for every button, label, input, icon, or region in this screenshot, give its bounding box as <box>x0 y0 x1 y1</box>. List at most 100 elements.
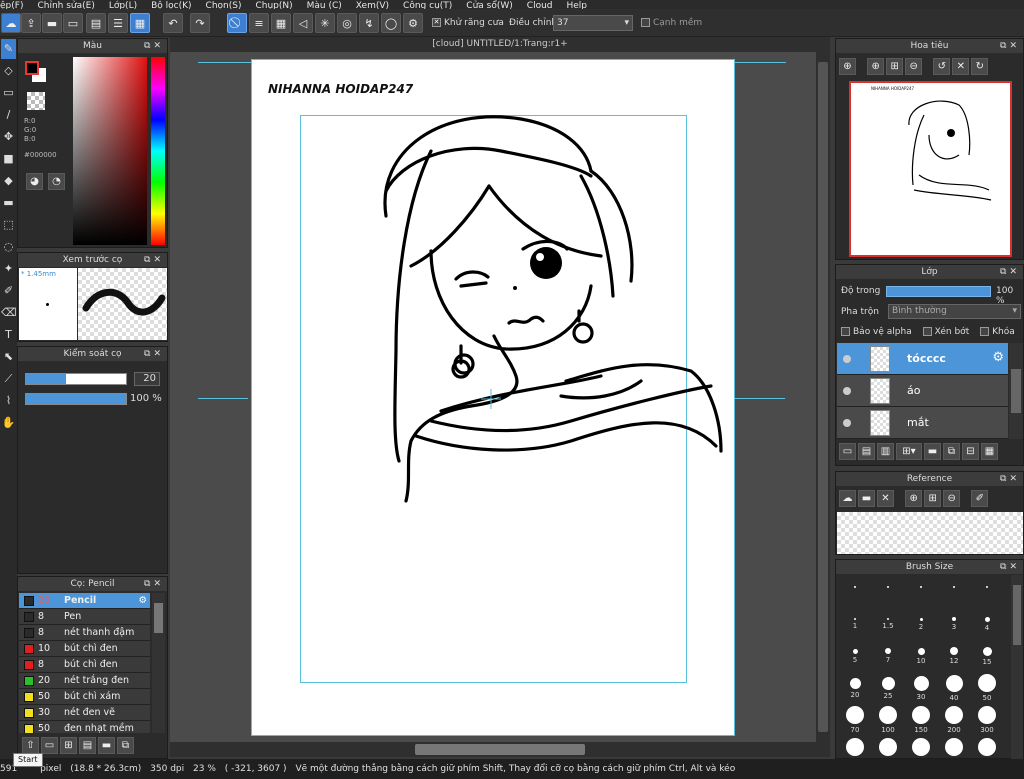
cloud-icon[interactable]: ☁ <box>1 13 21 33</box>
brush-size-cell[interactable]: 7 <box>872 641 904 673</box>
bucket-tool-icon[interactable]: ◆ <box>1 171 16 191</box>
brush-size-cell[interactable] <box>905 737 937 759</box>
new-brush-icon[interactable]: ▭ <box>41 737 58 754</box>
brush-size-cell[interactable]: 70 <box>839 705 871 737</box>
hue-slider[interactable] <box>151 57 165 245</box>
brush-size-cell[interactable] <box>872 577 904 609</box>
brush-size-cell[interactable]: 30 <box>905 673 937 705</box>
zoom-fit-icon[interactable]: ⊕ <box>839 58 856 75</box>
panel-controls-icon[interactable]: ⧉✕ <box>144 347 164 361</box>
canvas-page[interactable]: NIHANNA HOIDAP247 <box>251 59 735 736</box>
foreground-color-swatch-top[interactable] <box>25 61 39 75</box>
panel-controls-icon[interactable]: ⧉✕ <box>144 39 164 53</box>
grid-icon[interactable]: ▦ <box>130 13 150 33</box>
text-tool-icon[interactable]: T <box>1 325 16 345</box>
cloud-download-icon[interactable]: ☁ <box>839 490 856 507</box>
menu-item[interactable]: Xem(V) <box>356 2 389 10</box>
visibility-icon[interactable] <box>843 387 851 395</box>
parallel-snap-icon[interactable]: ≡ <box>249 13 269 33</box>
gradient-tool-icon[interactable]: ▬ <box>1 193 16 213</box>
brush-size-cell[interactable]: 5 <box>839 641 871 673</box>
brush-size-cell[interactable]: 12 <box>938 641 970 673</box>
opacity-slider[interactable] <box>25 393 127 405</box>
brush-size-cell[interactable] <box>938 577 970 609</box>
ref-eyedropper-icon[interactable]: ✐ <box>971 490 989 507</box>
visibility-icon[interactable] <box>843 419 851 427</box>
gear-icon[interactable]: ⚙ <box>138 593 147 609</box>
reference-canvas[interactable] <box>837 512 1023 554</box>
open-folder-icon[interactable]: ▬ <box>858 490 875 507</box>
brush-list-item[interactable]: 20 nét trắng đen <box>19 673 150 689</box>
menu-item[interactable]: Cửa sổ(W) <box>466 2 512 10</box>
radial-snap-icon[interactable]: ✳ <box>315 13 335 33</box>
export-icon[interactable]: ⇪ <box>21 13 41 33</box>
scroll-thumb[interactable] <box>154 603 163 633</box>
menu-item[interactable]: Bộ lọc(K) <box>151 2 191 10</box>
brush-size-scrollbar[interactable] <box>1011 575 1023 759</box>
move-tool-icon[interactable]: ✥ <box>1 127 16 147</box>
menu-item[interactable]: Chụp(N) <box>255 2 292 10</box>
brush-size-cell[interactable]: 40 <box>938 673 970 705</box>
horizontal-scrollbar[interactable] <box>170 742 830 757</box>
layer-row[interactable]: áo <box>837 375 1008 407</box>
new-halftone-layer-icon[interactable]: ▤ <box>858 443 875 460</box>
close-reference-icon[interactable]: ✕ <box>877 490 894 507</box>
ref-fit-icon[interactable]: ⊞ <box>924 490 942 507</box>
ref-zoom-out-icon[interactable]: ⊖ <box>943 490 961 507</box>
panel-controls-icon[interactable]: ⧉✕ <box>1000 560 1020 574</box>
brush-list-item[interactable]: 8 Pen <box>19 609 150 625</box>
protect-alpha-checkbox[interactable]: Bảo vệ alpha <box>841 327 912 337</box>
menu-item[interactable]: ệp(F) <box>0 2 23 10</box>
brush-list-item[interactable]: ⚙ 20 Pencil <box>19 593 150 609</box>
size-value[interactable]: 20 <box>134 372 160 386</box>
gear-icon[interactable]: ⚙ <box>992 350 1004 365</box>
panel-controls-icon[interactable]: ⧉✕ <box>1000 39 1020 53</box>
brush-size-cell[interactable]: 1.5 <box>872 609 904 641</box>
copy-brush-icon[interactable]: ▤ <box>79 737 96 754</box>
menu-item[interactable]: Lớp(L) <box>109 2 137 10</box>
saturation-value-picker[interactable] <box>73 57 147 245</box>
brush-size-cell[interactable] <box>905 577 937 609</box>
brush-size-cell[interactable] <box>971 577 1003 609</box>
zoom-in-icon[interactable]: ⊕ <box>867 58 885 75</box>
panel-controls-icon[interactable]: ⧉✕ <box>1000 472 1020 486</box>
divide-tool-icon[interactable]: ⟋ <box>1 369 16 389</box>
brush-size-cell[interactable]: 25 <box>872 673 904 705</box>
pen-tool-icon[interactable]: ✎ <box>1 39 16 59</box>
brush-size-cell[interactable] <box>938 737 970 759</box>
magic-wand-icon[interactable]: ✦ <box>1 259 16 279</box>
new-layer-icon[interactable]: ▭ <box>839 443 856 460</box>
settings-snap-icon[interactable]: ⚙ <box>403 13 423 33</box>
color-history-icon[interactable]: ◔ <box>48 173 65 190</box>
navigator-thumbnail[interactable]: NIHANNA HOIDAP247 <box>849 81 1012 257</box>
brush-size-cell[interactable]: 200 <box>938 705 970 737</box>
reset-view-icon[interactable]: ✕ <box>952 58 970 75</box>
brush-list-item[interactable]: 50 đen nhạt mềm <box>19 721 150 733</box>
list-icon[interactable]: ☰ <box>108 13 128 33</box>
layer-scroll-thumb[interactable] <box>1011 369 1021 413</box>
brush-size-cell[interactable]: 100 <box>872 705 904 737</box>
add-brush-icon[interactable]: ⊞ <box>60 737 77 754</box>
size-slider[interactable] <box>25 373 127 385</box>
v-scroll-thumb[interactable] <box>818 62 828 732</box>
brush-size-cell[interactable] <box>872 737 904 759</box>
eyedropper-tool-icon[interactable]: ⌇ <box>1 391 16 411</box>
circle-snap-icon[interactable]: ◎ <box>337 13 357 33</box>
menu-item[interactable]: Chỉnh sửa(E) <box>37 2 94 10</box>
brush-list-item[interactable]: 30 nét đen vẽ <box>19 705 150 721</box>
menu-item[interactable]: Màu (C) <box>307 2 342 10</box>
fill-rect-tool-icon[interactable]: ■ <box>1 149 16 169</box>
brush-size-cell[interactable] <box>839 737 871 759</box>
menu-item[interactable]: Cloud <box>527 2 553 10</box>
layer-scrollbar[interactable] <box>1009 343 1023 439</box>
duplicate-layer-icon[interactable]: ⧉ <box>943 443 960 460</box>
brush-size-cell[interactable]: 1 <box>839 609 871 641</box>
panel-controls-icon[interactable]: ⧉✕ <box>1000 265 1020 279</box>
layer-row[interactable]: mắt <box>837 407 1008 439</box>
panel-controls-icon[interactable]: ⧉✕ <box>144 253 164 267</box>
comment-icon[interactable]: ▬ <box>42 13 62 33</box>
zoom-out-icon[interactable]: ⊖ <box>905 58 923 75</box>
layer-row[interactable]: ⚙ tócccc <box>837 343 1008 375</box>
lasso-tool-icon[interactable]: ◌ <box>1 237 16 257</box>
document-tab[interactable]: [cloud] UNTITLED/1:Trang:r1+ <box>170 37 830 52</box>
